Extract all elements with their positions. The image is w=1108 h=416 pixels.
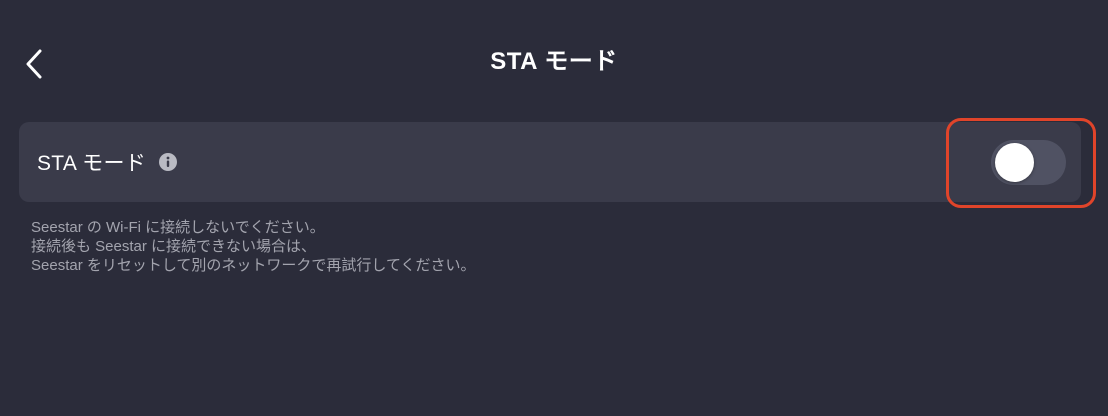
page-title: STA モード [490,48,618,75]
help-line: 接続後も Seestar に接続できない場合は、 [31,238,317,255]
sta-mode-toggle[interactable] [991,140,1066,185]
header: STA モード [0,0,1108,124]
toggle-knob [995,143,1034,182]
help-line: Seestar の Wi-Fi に接続しないでください。 [31,219,325,236]
setting-label: STA モード [37,152,147,175]
info-icon[interactable] [159,153,178,171]
setting-label-group: STA モード [37,122,178,202]
help-line: Seestar をリセットして別のネットワークで再試行してください。 [31,257,476,274]
help-text: Seestar の Wi-Fi に接続しないでください。 接続後も Seesta… [31,218,931,275]
sta-mode-setting-row: STA モード [19,122,1081,202]
